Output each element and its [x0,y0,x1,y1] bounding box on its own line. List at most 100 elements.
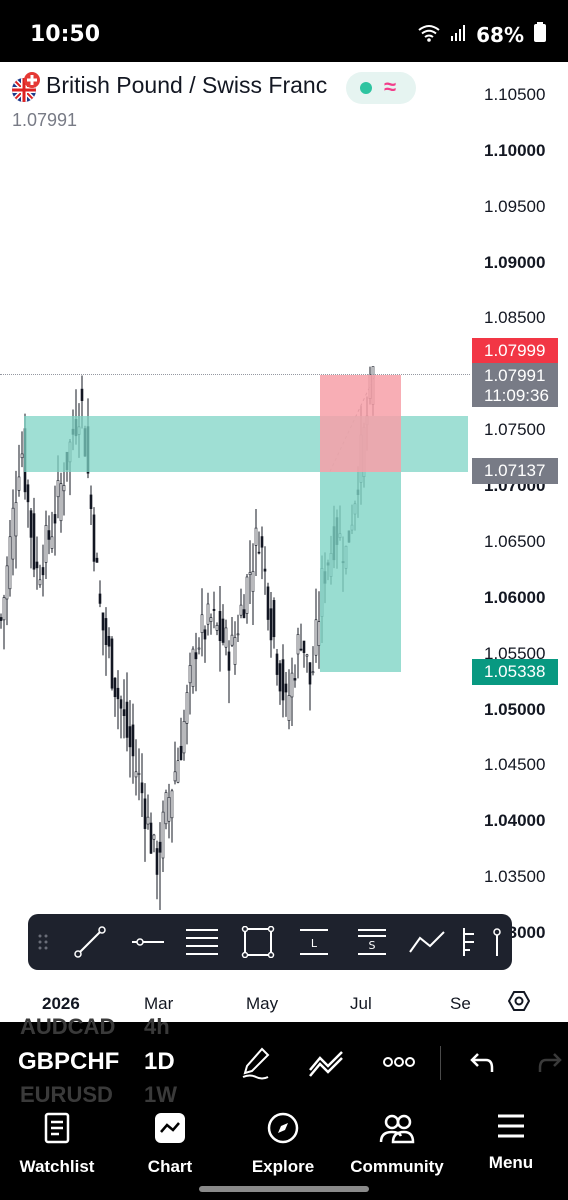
candle [302,640,306,668]
candle-body [29,510,33,538]
candle-body [134,771,138,778]
candle-body [212,608,216,611]
candle-body [167,797,171,822]
candle-body [218,611,222,641]
symbol-title[interactable]: British Pound / Swiss Franc [46,72,327,99]
undo-icon[interactable] [468,1048,496,1081]
candle-body [239,604,243,616]
take-profit-zone[interactable] [320,471,401,672]
candle-body [305,654,309,657]
candle-body [308,662,312,685]
candle [122,679,126,739]
candle-body [287,695,291,721]
drawing-toolbar: L S [28,914,512,970]
candle-body [296,634,300,655]
interval-above[interactable]: 4h [144,1014,170,1040]
candle-body [164,792,168,825]
nav-watchlist[interactable]: Watchlist [2,1112,112,1177]
candle [287,669,291,730]
market-status-badge[interactable]: ≈ [346,72,416,104]
candle-body [197,647,201,650]
candle-body [248,572,252,576]
drawing-tool-icon[interactable] [240,1046,272,1085]
candle [311,646,315,676]
candle-body [122,709,126,717]
approx-icon: ≈ [384,74,397,99]
nav-community[interactable]: Community [342,1112,452,1177]
price-tag: 1.05338 [472,658,558,685]
candle [206,592,210,636]
candle [35,536,39,590]
candle [221,604,225,646]
symbol-above[interactable]: AUDCAD [20,1014,115,1040]
candle-body [137,773,141,775]
candle-body [56,480,60,498]
candle-body [125,701,129,738]
candle [257,531,261,555]
redo-icon[interactable] [536,1048,564,1081]
nav-menu[interactable]: Menu [456,1112,566,1173]
candle-body [206,603,210,625]
candle [110,636,114,691]
vertical-line-icon[interactable] [490,926,504,958]
horizontal-ray-icon[interactable] [130,926,166,958]
candle [32,497,36,578]
candle [44,510,48,580]
path-icon[interactable] [408,926,445,958]
interval-selector[interactable]: 1D [144,1048,175,1076]
symbol-selector[interactable]: GBPCHF [18,1048,119,1076]
candle [224,619,228,656]
nav-explore[interactable]: Explore [228,1112,338,1177]
candle-body [89,494,93,509]
candle [119,695,123,739]
axis-settings-icon[interactable] [507,990,531,1017]
price-axis-label: 1.09500 [484,196,546,216]
candle [245,574,249,624]
stop-loss-zone[interactable] [320,375,401,472]
drag-handle-icon[interactable] [34,926,54,958]
candle [293,664,297,688]
trend-line-icon[interactable] [72,926,108,958]
more-icon[interactable] [382,1052,416,1077]
candle [215,622,219,636]
candle-body [110,638,114,689]
nav-chart[interactable]: Chart [115,1112,225,1177]
time-label: May [246,994,279,1013]
candle [227,640,231,704]
time-label: Mar [144,994,174,1013]
price-axis-label: 1.09000 [484,252,546,272]
candle-body [5,565,9,600]
rectangle-icon[interactable] [240,925,276,959]
candle-body [299,648,303,651]
candle [218,586,222,672]
short-position-icon[interactable]: S [354,926,390,958]
status-icons: 68% [418,22,546,47]
indicators-icon[interactable] [308,1048,346,1083]
parallel-channel-icon[interactable] [184,926,220,958]
current-price: 1.07991 [12,110,78,130]
price-axis-label: 1.10000 [484,140,546,160]
candle [266,582,270,631]
price-axis-label: 1.06000 [484,587,546,607]
candle [95,552,99,563]
symbol-bar: AUDCAD 4h GBPCHF 1D EURUSD 1W [0,1014,568,1107]
candle [281,644,285,718]
candle-body [221,618,225,643]
price-axis-label: 1.06500 [484,531,546,551]
candle [20,431,24,468]
price-tag: 1.07991 11:09:36 [472,363,558,407]
candle [134,739,138,796]
candle-body [194,652,198,660]
candle-body [293,678,297,681]
candle [194,632,198,692]
candle [179,717,183,761]
candle [50,511,54,553]
demand-zone[interactable] [24,415,468,472]
candle [29,507,33,569]
candle [305,653,309,673]
long-position-icon[interactable]: L [296,926,332,958]
candle-body [302,640,306,653]
svg-text:L: L [311,937,318,950]
price-axis-label: 1.03500 [484,867,546,887]
status-time: 10:50 [30,22,101,47]
